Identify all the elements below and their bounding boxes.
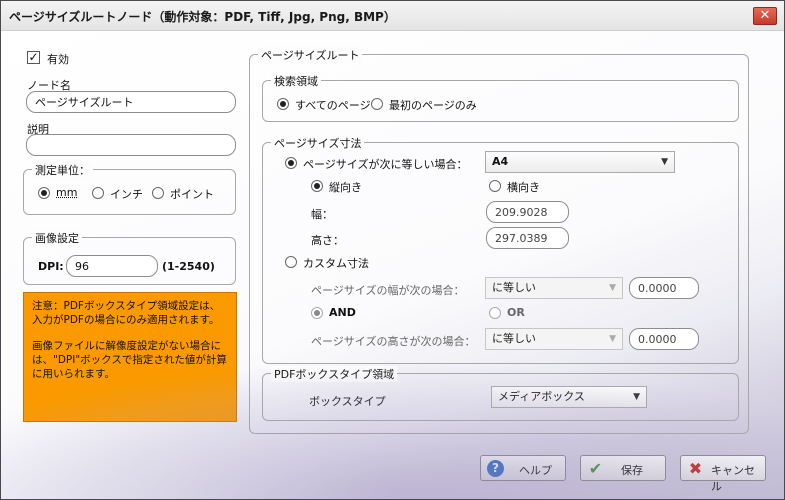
title-bar: ページサイズルートノード（動作対象：PDF, Tiff, Jpg, Png, B…	[1, 1, 784, 31]
unit-point-radio[interactable]	[152, 187, 164, 199]
cancel-button[interactable]: ✖ キャンセル	[680, 455, 766, 493]
paper-size-value: A4	[492, 155, 509, 168]
notice-line-1: 注意：PDFボックスタイプ領域設定は、入力がPDFの場合にのみ適用されます。	[32, 300, 221, 326]
width-value	[486, 201, 569, 223]
image-settings-legend: 画像設定	[32, 230, 82, 246]
custom-width-op-select[interactable]: に等しい ▼	[485, 277, 623, 299]
page-size-route-legend: ページサイズルート	[258, 47, 363, 63]
height-value	[486, 227, 569, 249]
custom-height-input[interactable]	[629, 328, 699, 350]
help-button-label: ヘルプ	[519, 464, 552, 477]
node-name-input[interactable]	[26, 91, 236, 113]
chevron-down-icon: ▼	[661, 157, 668, 167]
custom-height-op-select[interactable]: に等しい ▼	[485, 328, 623, 350]
unit-mm-label: mm	[56, 186, 78, 199]
dialog-content: ✓ 有効 ノード名 説明 測定単位： mm インチ ポイント 画像設定 DPI:…	[1, 31, 784, 499]
enabled-label: 有効	[47, 53, 69, 66]
notice-line-2: 画像ファイルに解像度設定がない場合には、"DPI"ボックスで指定された値が計算に…	[32, 340, 227, 380]
dialog-window: ページサイズルートノード（動作対象：PDF, Tiff, Jpg, Png, B…	[0, 0, 785, 500]
dpi-range-label: (1-2540)	[162, 260, 215, 273]
dpi-label: DPI:	[38, 260, 64, 273]
all-pages-radio[interactable]	[277, 98, 289, 110]
or-label: OR	[507, 306, 525, 319]
save-button[interactable]: ✔ 保存	[580, 455, 666, 481]
custom-size-label: カスタム寸法	[303, 257, 369, 270]
close-button[interactable]: ✕	[753, 7, 777, 25]
checkmark-icon: ✔	[588, 459, 603, 478]
equal-size-label: ページサイズが次に等しい場合：	[303, 158, 468, 171]
help-icon: ?	[487, 460, 504, 477]
portrait-label: 縦向き	[329, 181, 362, 194]
box-type-label: ボックスタイプ	[309, 395, 386, 408]
custom-height-op-value: に等しい	[492, 332, 536, 345]
custom-width-op-value: に等しい	[492, 281, 536, 294]
description-input[interactable]	[26, 134, 236, 156]
image-settings-panel: 画像設定 DPI: (1-2540)	[23, 230, 236, 285]
unit-inch-label: インチ	[110, 188, 143, 201]
units-legend: 測定単位：	[32, 162, 93, 178]
pdf-box-legend: PDFボックスタイプ領域	[271, 366, 398, 382]
first-page-radio[interactable]	[371, 98, 383, 110]
first-page-label: 最初のページのみ	[389, 99, 477, 112]
dpi-input[interactable]	[66, 255, 158, 277]
unit-point-label: ポイント	[170, 188, 214, 201]
and-label: AND	[329, 306, 356, 319]
chevron-down-icon: ▼	[609, 334, 616, 344]
or-radio[interactable]	[489, 307, 501, 319]
all-pages-label: すべてのページ	[295, 99, 371, 112]
search-area-panel: 検索領域 すべてのページ 最初のページのみ	[262, 73, 739, 122]
chevron-down-icon: ▼	[609, 283, 616, 293]
custom-height-label: ページサイズの高さが次の場合：	[311, 335, 476, 348]
landscape-label: 横向き	[507, 181, 540, 194]
width-label: 幅：	[311, 208, 333, 221]
save-button-label: 保存	[621, 464, 643, 477]
enabled-checkbox[interactable]: ✓	[27, 51, 40, 64]
help-button[interactable]: ? ヘルプ	[480, 455, 566, 481]
height-label: 高さ：	[311, 234, 344, 247]
custom-width-input[interactable]	[629, 277, 699, 299]
equal-size-radio[interactable]	[285, 157, 297, 169]
paper-size-select[interactable]: A4 ▼	[485, 151, 675, 173]
window-title: ページサイズルートノード（動作対象：PDF, Tiff, Jpg, Png, B…	[9, 10, 396, 24]
chevron-down-icon: ▼	[633, 392, 640, 402]
notice-box: 注意：PDFボックスタイプ領域設定は、入力がPDFの場合にのみ適用されます。 画…	[23, 292, 237, 422]
cancel-button-label: キャンセル	[711, 464, 755, 493]
units-panel: 測定単位： mm インチ ポイント	[23, 162, 236, 215]
unit-mm-radio[interactable]	[38, 187, 50, 199]
page-size-route-panel: ページサイズルート 検索領域 すべてのページ 最初のページのみ ページサイズ寸法…	[249, 47, 749, 434]
pdf-box-panel: PDFボックスタイプ領域 ボックスタイプ メディアボックス ▼	[262, 366, 739, 421]
custom-size-radio[interactable]	[285, 256, 297, 268]
x-mark-icon: ✖	[688, 459, 703, 478]
and-radio[interactable]	[311, 307, 323, 319]
box-type-value: メディアボックス	[498, 390, 585, 403]
search-area-legend: 検索領域	[271, 73, 321, 89]
close-icon: ✕	[759, 8, 771, 23]
portrait-radio[interactable]	[311, 180, 323, 192]
box-type-select[interactable]: メディアボックス ▼	[491, 386, 647, 408]
page-size-dimensions-legend: ページサイズ寸法	[271, 135, 365, 151]
landscape-radio[interactable]	[489, 180, 501, 192]
custom-width-label: ページサイズの幅が次の場合：	[311, 284, 465, 297]
page-size-dimensions-panel: ページサイズ寸法 ページサイズが次に等しい場合： A4 ▼ 縦向き 横向き 幅：…	[262, 135, 739, 364]
unit-inch-radio[interactable]	[92, 187, 104, 199]
